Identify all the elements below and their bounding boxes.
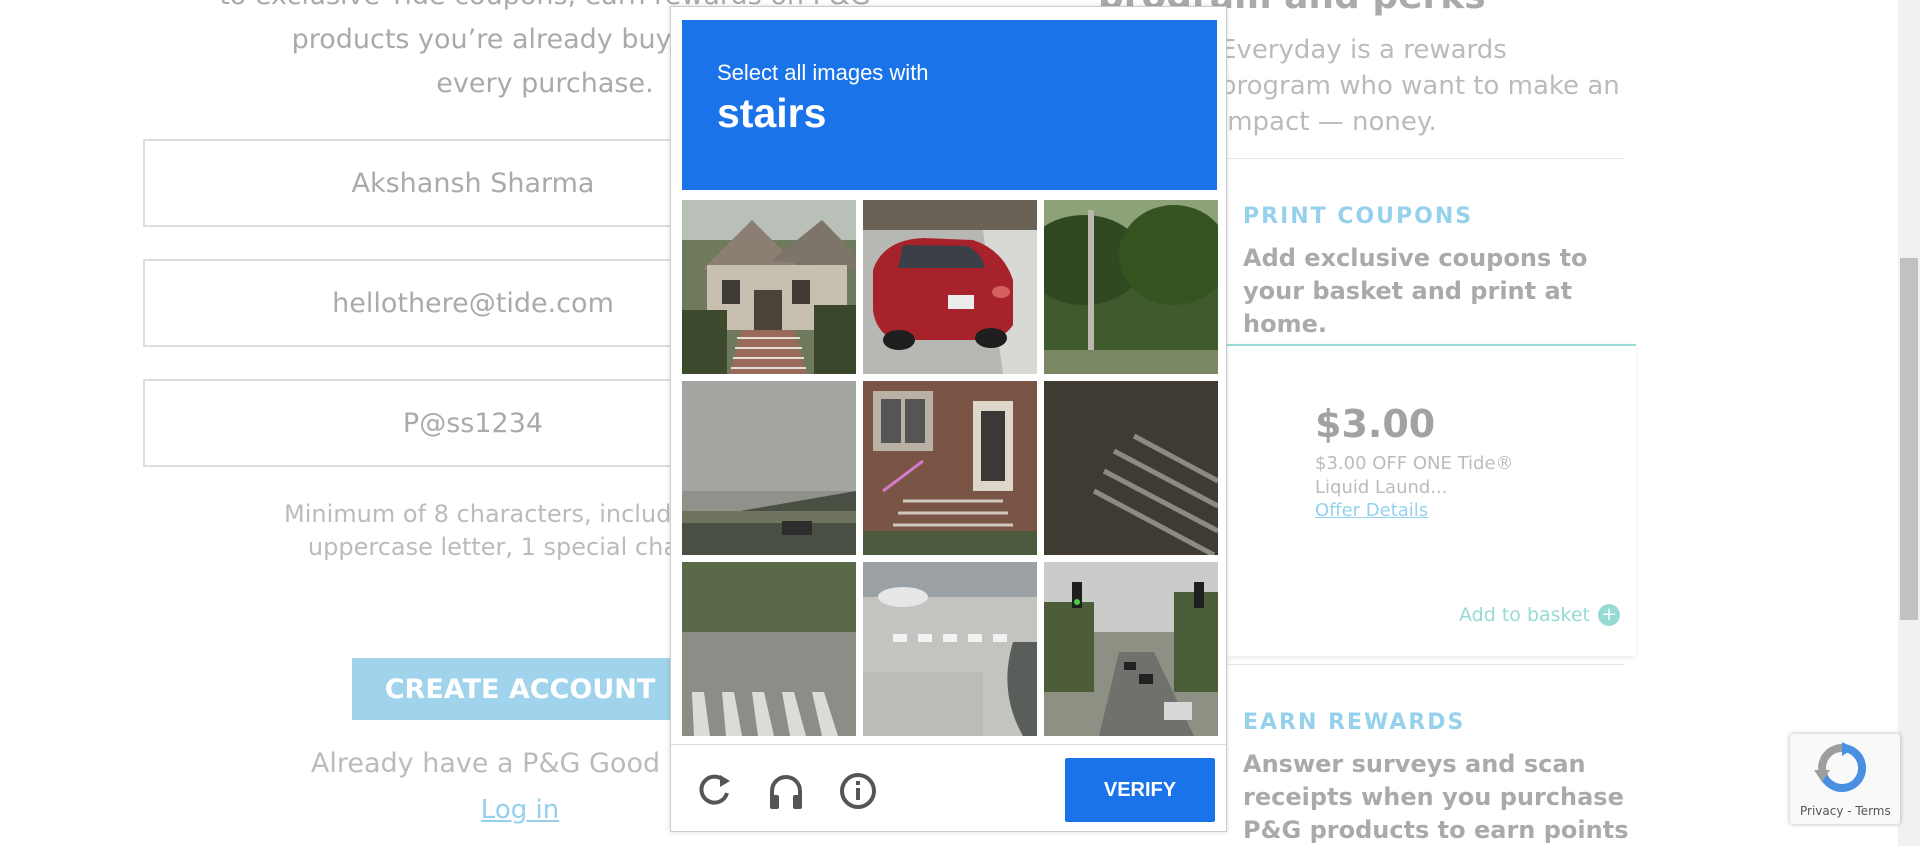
recaptcha-badge[interactable]: Privacy - Terms [1790,734,1900,824]
scrollbar-thumb[interactable] [1900,258,1918,620]
login-link[interactable]: Log in [470,795,570,825]
earn-rewards-desc: Answer surveys and scan receipts when yo… [1243,750,1629,844]
verify-button[interactable]: VERIFY [1065,758,1215,822]
challenge-divider [671,744,1226,745]
tile-house-with-stairs[interactable] [682,200,856,374]
challenge-object: stairs [717,90,827,136]
page: to exclusive Tide coupons, earn rewards … [0,0,1920,846]
recaptcha-logo-icon [1814,742,1867,792]
tile-noisy-roadside[interactable] [682,381,856,555]
earn-rewards-label: EARN REWARDS [1243,710,1466,735]
image-grid [682,200,1218,736]
email-value: hellothere@tide.com [332,287,614,319]
tile-road-traffic-light[interactable] [1044,562,1218,736]
print-coupons-desc: Add exclusive coupons to your basket and… [1243,244,1588,338]
password-value: P@ss1234 [402,407,544,439]
offer-details-link[interactable]: Offer Details [1315,500,1428,521]
reload-icon[interactable] [690,767,738,815]
divider [1224,664,1624,665]
tile-red-car[interactable] [863,200,1037,374]
headphones-icon[interactable] [762,767,810,815]
add-to-basket-button[interactable]: Add to basket + [1459,604,1621,626]
print-coupons-label: PRINT COUPONS [1243,204,1474,229]
tile-street-intersection[interactable] [863,562,1037,736]
perks-desc: Everyday is a rewards program who want t… [1220,35,1620,137]
create-account-button[interactable]: CREATE ACCOUNT [352,658,688,720]
coupon-desc: $3.00 OFF ONE Tide® Liquid Laund... [1315,453,1514,498]
coupon-price: $3.00 [1315,402,1436,446]
challenge-prompt: Select all images with [717,60,929,85]
divider [1224,158,1624,159]
captcha-challenge: Select all images with stairs VERIFY [670,6,1227,832]
tile-crosswalk[interactable] [682,562,856,736]
info-icon[interactable] [834,767,882,815]
tile-trees-pole[interactable] [1044,200,1218,374]
plus-icon: + [1598,604,1621,626]
recaptcha-links[interactable]: Privacy - Terms [1800,804,1891,818]
tile-brick-house-steps[interactable] [863,381,1037,555]
tile-dark-noisy-steps[interactable] [1044,381,1218,555]
challenge-header: Select all images with stairs [682,20,1217,190]
add-to-basket-label: Add to basket [1459,604,1591,626]
name-value: Akshansh Sharma [351,167,595,199]
